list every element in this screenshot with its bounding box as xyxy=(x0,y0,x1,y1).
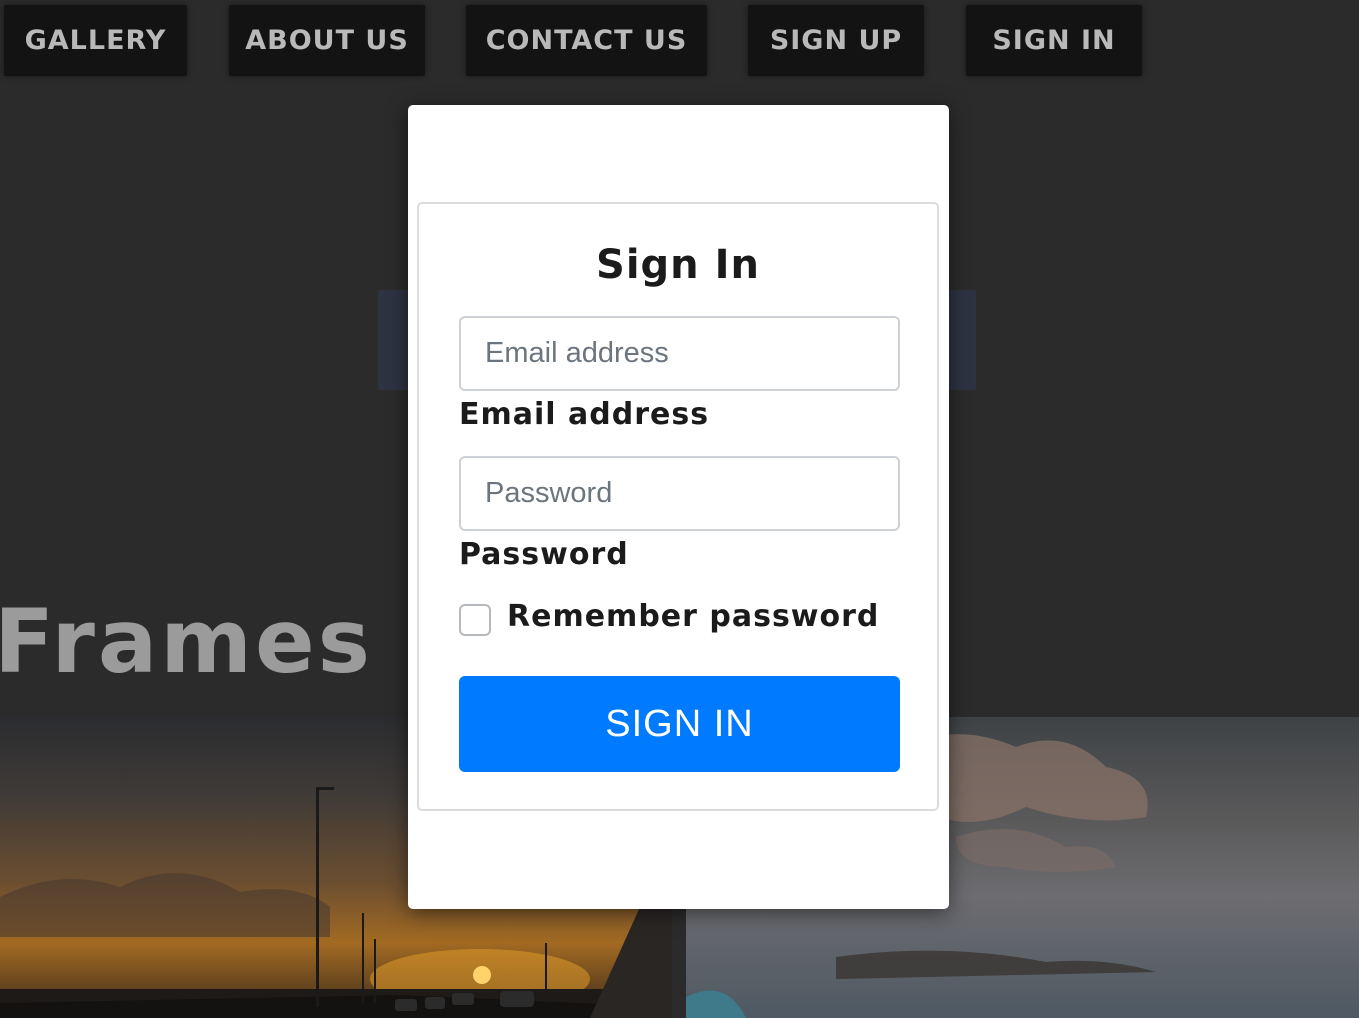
password-input[interactable] xyxy=(459,456,900,531)
sign-in-modal: Sign In Email address Password Remember … xyxy=(408,105,949,909)
nav-gallery-button[interactable]: GALLERY xyxy=(4,5,187,76)
remember-password-checkbox[interactable] xyxy=(459,604,491,636)
email-input[interactable] xyxy=(459,316,900,391)
page: GALLERY ABOUT US CONTACT US SIGN UP SIGN… xyxy=(0,0,1359,1018)
nav-sign-up-button[interactable]: SIGN UP xyxy=(748,5,924,76)
sign-in-card: Sign In Email address Password Remember … xyxy=(417,202,939,811)
sign-in-title: Sign In xyxy=(596,242,760,288)
nav-contact-us-button[interactable]: CONTACT US xyxy=(466,5,707,76)
nav-sign-in-button[interactable]: SIGN IN xyxy=(966,5,1142,76)
remember-password-label[interactable]: Remember password xyxy=(507,599,879,634)
nav-about-us-button[interactable]: ABOUT US xyxy=(229,5,425,76)
password-label: Password xyxy=(459,537,629,572)
sign-in-submit-button[interactable]: SIGN IN xyxy=(459,676,900,772)
email-label: Email address xyxy=(459,397,710,432)
